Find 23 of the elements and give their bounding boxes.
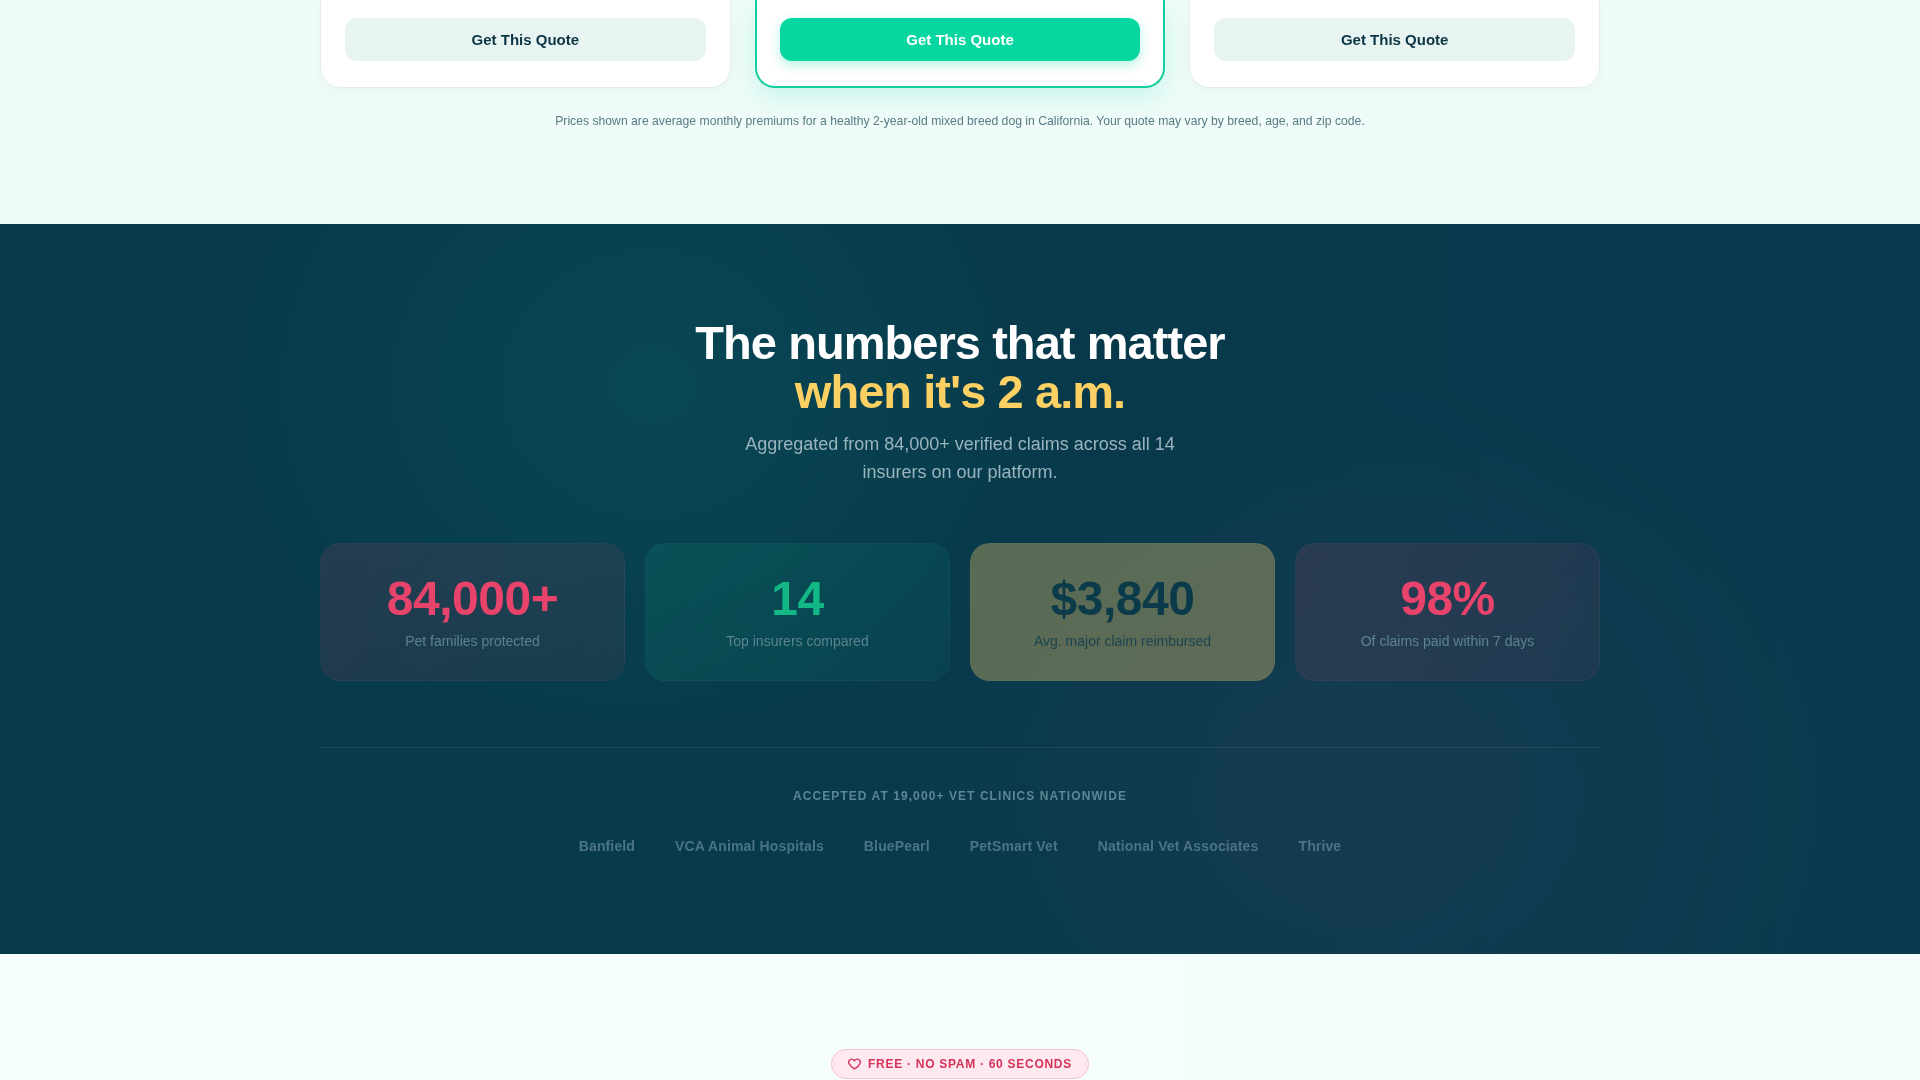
clinic-name: Thrive bbox=[1298, 837, 1342, 856]
get-quote-button[interactable]: Get This Quote bbox=[345, 18, 706, 61]
stat-label: Of claims paid within 7 days bbox=[1360, 632, 1535, 651]
stat-label: Avg. major claim reimbursed bbox=[1033, 632, 1212, 651]
heart-icon bbox=[848, 1058, 862, 1070]
pricing-note: Prices shown are average monthly premiums for a healthy 2-year-old mixed breed dog in California. Your quote may vary by breed, age, and zip code. bbox=[555, 114, 1365, 129]
clinic-name: PetSmart Vet bbox=[969, 837, 1058, 856]
get-quote-button[interactable]: Get This Quote bbox=[1214, 18, 1575, 61]
clinic-name: Banfield bbox=[578, 837, 636, 856]
stat-value: $3,840 bbox=[1050, 572, 1195, 626]
clinic-name: BluePearl bbox=[863, 837, 930, 856]
stat-value: 98% bbox=[1400, 572, 1495, 626]
section-subtitle: Aggregated from 84,000+ verified claims across all 14 insurers on our platform. bbox=[744, 433, 1176, 484]
section-title: The numbers that matter bbox=[695, 318, 1225, 367]
stat-value: 84,000+ bbox=[386, 572, 559, 626]
section-title-highlight: when it's 2 a.m. bbox=[794, 367, 1126, 416]
clinic-name: VCA Animal Hospitals bbox=[675, 837, 824, 856]
badge-label: FREE · NO SPAM · 60 SECONDS bbox=[868, 1057, 1072, 1071]
stat-label: Top insurers compared bbox=[726, 632, 869, 651]
clinic-name: National Vet Associates bbox=[1097, 837, 1259, 856]
clinics-heading: ACCEPTED AT 19,000+ VET CLINICS NATIONWIDE bbox=[792, 788, 1128, 804]
stat-label: Pet families protected bbox=[405, 632, 540, 651]
stat-value: 14 bbox=[771, 572, 824, 626]
